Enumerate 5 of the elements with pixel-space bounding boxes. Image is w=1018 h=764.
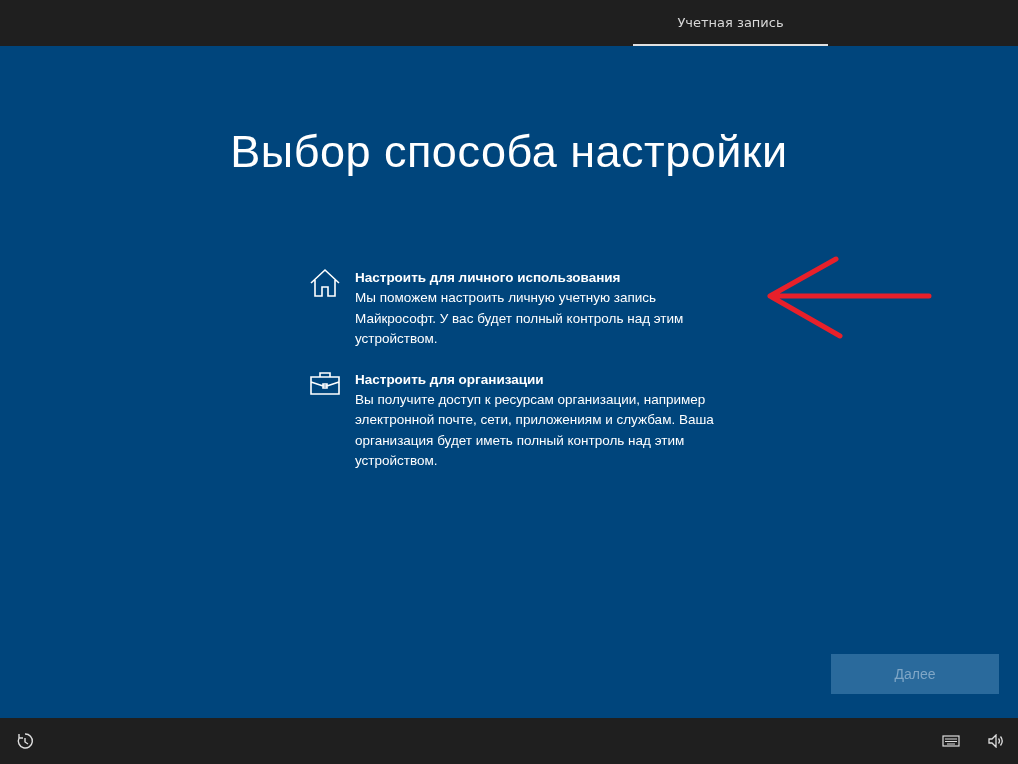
page-title: Выбор способа настройки [230,126,788,178]
option-description: Вы получите доступ к ресурсам организации, например электронной почте, сети, приложениям и службам. Ваша организация будет иметь полный контроль над этим устройством. [355,390,715,470]
option-description: Мы поможем настроить личную учетную запись Майкрософт. У вас будет полный контроль над этим устройством. [355,289,685,348]
option-title[interactable]: Настроить для личного использования [355,268,725,288]
option-title[interactable]: Настроить для организации [355,369,725,390]
